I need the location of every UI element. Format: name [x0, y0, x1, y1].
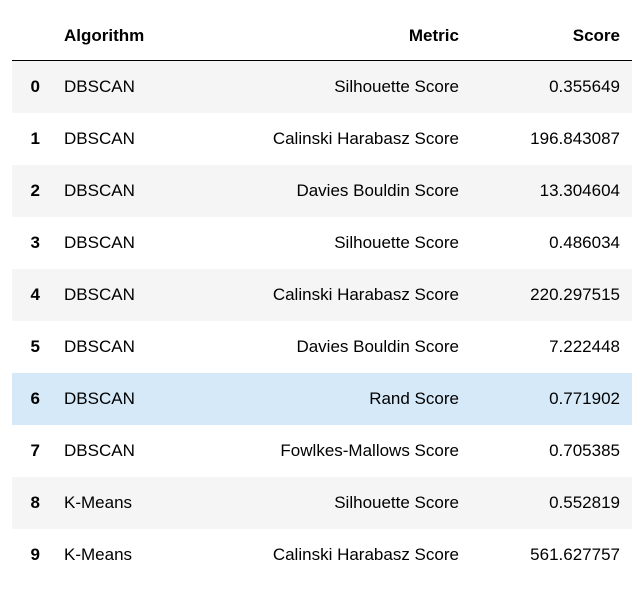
metric-cell: Fowlkes-Mallows Score	[172, 425, 471, 477]
table-row[interactable]: 5 DBSCAN Davies Bouldin Score 7.222448	[12, 321, 632, 373]
score-cell: 196.843087	[471, 113, 632, 165]
score-cell: 0.552819	[471, 477, 632, 529]
row-index-cell: 5	[12, 321, 52, 373]
table-row-selected[interactable]: 6 DBSCAN Rand Score 0.771902	[12, 373, 632, 425]
metric-cell: Calinski Harabasz Score	[172, 269, 471, 321]
table-row[interactable]: 9 K-Means Calinski Harabasz Score 561.62…	[12, 529, 632, 581]
metric-cell: Davies Bouldin Score	[172, 165, 471, 217]
algorithm-cell: DBSCAN	[52, 165, 172, 217]
row-index-cell: 1	[12, 113, 52, 165]
table-row[interactable]: 8 K-Means Silhouette Score 0.552819	[12, 477, 632, 529]
score-cell: 0.486034	[471, 217, 632, 269]
score-cell: 7.222448	[471, 321, 632, 373]
row-index-cell: 7	[12, 425, 52, 477]
algorithm-cell: DBSCAN	[52, 425, 172, 477]
algorithm-cell: K-Means	[52, 529, 172, 581]
metric-cell: Silhouette Score	[172, 217, 471, 269]
row-index-cell: 2	[12, 165, 52, 217]
table-row[interactable]: 4 DBSCAN Calinski Harabasz Score 220.297…	[12, 269, 632, 321]
algorithm-cell: DBSCAN	[52, 217, 172, 269]
metric-cell: Calinski Harabasz Score	[172, 529, 471, 581]
algorithm-cell: DBSCAN	[52, 61, 172, 114]
score-cell: 0.771902	[471, 373, 632, 425]
algorithm-cell: DBSCAN	[52, 321, 172, 373]
score-cell: 220.297515	[471, 269, 632, 321]
metric-cell: Davies Bouldin Score	[172, 321, 471, 373]
row-index-cell: 9	[12, 529, 52, 581]
row-index-cell: 6	[12, 373, 52, 425]
row-index-cell: 8	[12, 477, 52, 529]
table-body: 0 DBSCAN Silhouette Score 0.355649 1 DBS…	[12, 61, 632, 582]
metric-cell: Calinski Harabasz Score	[172, 113, 471, 165]
algorithm-cell: K-Means	[52, 477, 172, 529]
dataframe-table: Algorithm Metric Score 0 DBSCAN Silhouet…	[12, 12, 632, 581]
algorithm-cell: DBSCAN	[52, 113, 172, 165]
table-row[interactable]: 7 DBSCAN Fowlkes-Mallows Score 0.705385	[12, 425, 632, 477]
col-header-index	[12, 12, 52, 61]
table-row[interactable]: 1 DBSCAN Calinski Harabasz Score 196.843…	[12, 113, 632, 165]
score-cell: 13.304604	[471, 165, 632, 217]
header-row: Algorithm Metric Score	[12, 12, 632, 61]
col-header-metric: Metric	[172, 12, 471, 61]
row-index-cell: 4	[12, 269, 52, 321]
algorithm-cell: DBSCAN	[52, 269, 172, 321]
metric-cell: Silhouette Score	[172, 477, 471, 529]
table-row[interactable]: 2 DBSCAN Davies Bouldin Score 13.304604	[12, 165, 632, 217]
row-index-cell: 3	[12, 217, 52, 269]
score-cell: 561.627757	[471, 529, 632, 581]
score-cell: 0.705385	[471, 425, 632, 477]
col-header-algorithm: Algorithm	[52, 12, 172, 61]
algorithm-cell: DBSCAN	[52, 373, 172, 425]
metric-cell: Silhouette Score	[172, 61, 471, 114]
metric-cell: Rand Score	[172, 373, 471, 425]
row-index-cell: 0	[12, 61, 52, 114]
col-header-score: Score	[471, 12, 632, 61]
table-row[interactable]: 3 DBSCAN Silhouette Score 0.486034	[12, 217, 632, 269]
table-row[interactable]: 0 DBSCAN Silhouette Score 0.355649	[12, 61, 632, 114]
score-cell: 0.355649	[471, 61, 632, 114]
